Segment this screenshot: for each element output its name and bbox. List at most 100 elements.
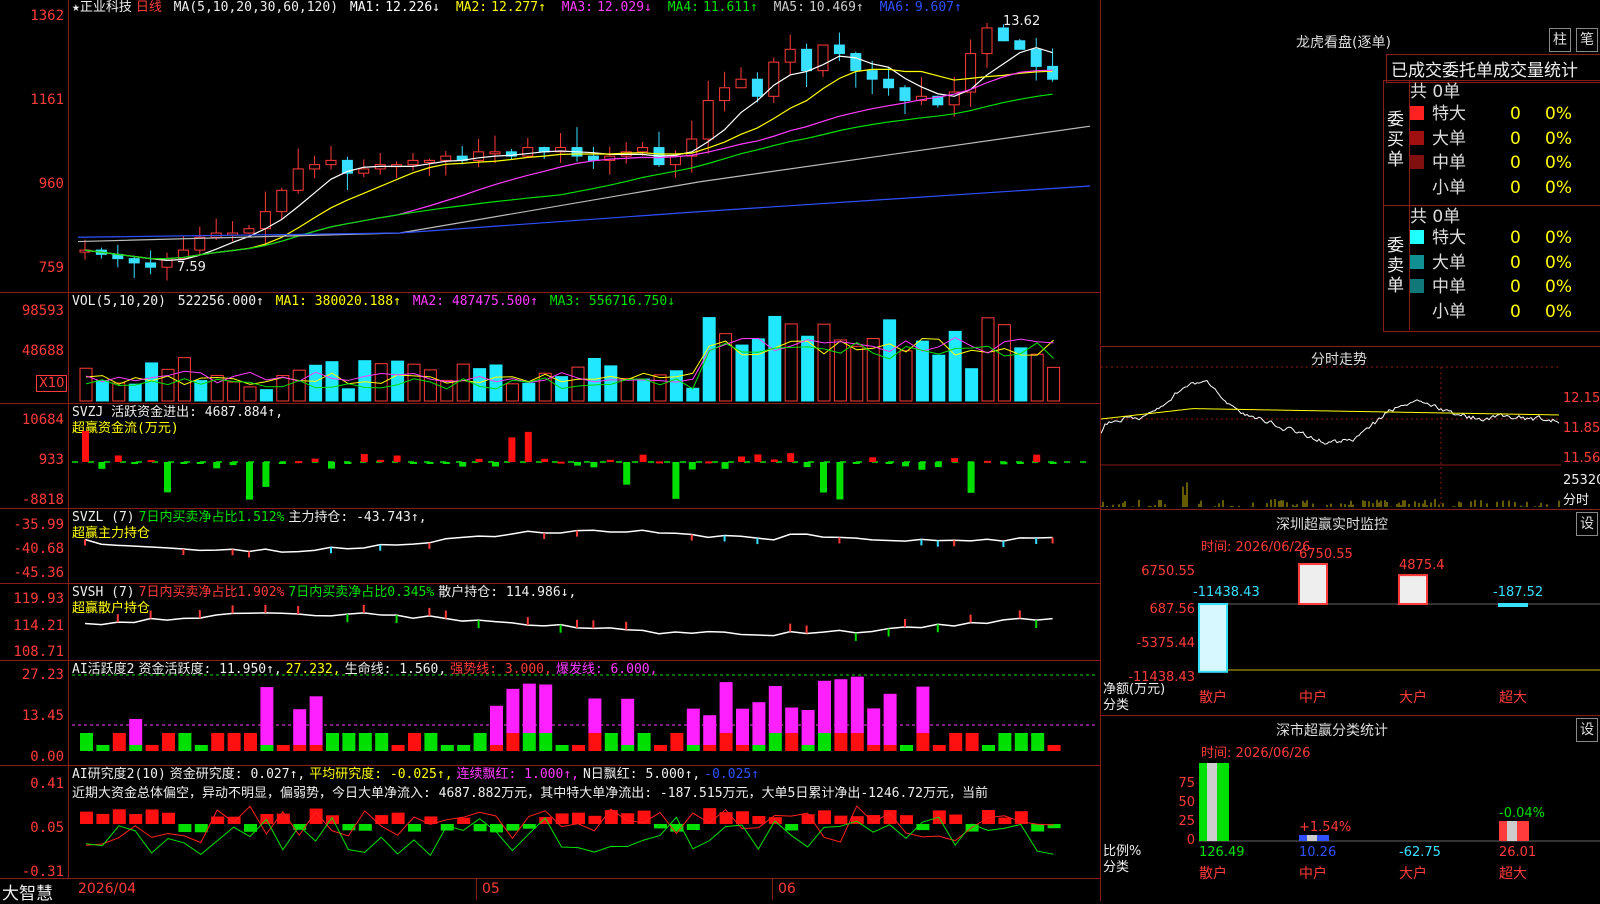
category-label: 超大 [1499, 690, 1527, 706]
active-bar [752, 745, 766, 751]
active-bar [375, 733, 389, 751]
flow-bar [541, 458, 549, 462]
flow-bar [164, 462, 171, 493]
candle [784, 48, 796, 63]
volume-bar [243, 386, 257, 402]
value-label: -62.75 [1399, 845, 1441, 860]
active-bar [834, 733, 848, 751]
sz-monitor-chart[interactable]: -11438.43 散户 6750.55 中户 4875.4 大户 -187.52 超大 [1101, 510, 1600, 715]
volume-bar [309, 364, 323, 402]
volume-bar [817, 323, 831, 402]
active-bar [982, 745, 995, 751]
research-bar [621, 813, 635, 824]
category-label: 中户 [1299, 865, 1327, 882]
value-label: 126.49 [1199, 845, 1245, 860]
candle [768, 61, 780, 97]
active-bar [621, 698, 635, 745]
row-count: 0 [1510, 104, 1521, 124]
candle [194, 236, 206, 251]
date-axis: 大智慧 2026/04 05 06 [0, 879, 1100, 904]
volume-bar [899, 350, 913, 402]
volume-bar [538, 372, 552, 402]
flow-bar [98, 462, 106, 469]
svzl-panel[interactable]: -35.99 -40.68 -45.36 SVZL (7) 7日内买卖净占比1.5… [0, 509, 1100, 584]
row-label: 小单 [1432, 301, 1466, 322]
active-bar [276, 745, 290, 751]
candle [522, 147, 534, 157]
svzj-panel[interactable]: 10684 933 -8818 SVZJ 活跃资金进出: 4687.884↑, … [0, 404, 1100, 509]
buy-row: 特大 0 0% [1410, 102, 1600, 126]
color-swatch [1410, 279, 1424, 293]
intraday-chart[interactable] [1101, 347, 1571, 509]
volume-bar [259, 389, 273, 402]
bar-view-button[interactable]: 柱 [1549, 28, 1571, 52]
buy-side-label: 委买单 [1387, 110, 1404, 170]
intraday-panel[interactable]: 分时走势 12.15 11.85 11.56 25320 分时 [1100, 346, 1600, 509]
active-bar [211, 733, 225, 751]
flow-bar [623, 462, 631, 485]
candle [719, 87, 731, 102]
kline-panel[interactable]: 1362 1161 960 759 ★正业科技 日线 MA(5,10,20,30,… [0, 0, 1100, 293]
active-bar [244, 733, 257, 751]
kline-chart[interactable] [0, 0, 1100, 292]
stat-bar-highlight [1507, 821, 1517, 841]
volume-bar [981, 317, 995, 402]
buy-row: 大单 0 0% [1410, 127, 1600, 151]
low-label: 7.59 [177, 260, 206, 275]
ai-active-panel[interactable]: 27.23 13.45 0.00 AI活跃度2 资金活跃度: 11.950↑, 27… [0, 661, 1100, 766]
ai-active-chart[interactable] [0, 661, 1100, 765]
sz-stat-chart[interactable]: 126.49 散户 +1.54% 10.26 中户 -62.75 大户 -0.04% 26.01… [1101, 716, 1600, 901]
svsh-panel[interactable]: 119.93 114.21 108.71 SVSH (7) 7日内买卖净占比1.9… [0, 584, 1100, 661]
ai-research-chart[interactable] [0, 766, 1100, 878]
research-bar [719, 812, 733, 824]
volume-bar [456, 363, 470, 402]
category-label: 中户 [1299, 689, 1327, 706]
flow-bar [246, 462, 253, 500]
svzj-chart[interactable] [0, 404, 1100, 508]
candle [981, 27, 993, 55]
active-bar [867, 708, 881, 745]
flow-bar [852, 462, 860, 464]
vol-panel[interactable]: 98593 48688 X10 VOL(5,10,20) 522256.000↑… [0, 293, 1100, 404]
active-bar [80, 733, 93, 751]
active-bar [670, 733, 684, 751]
stat-bar-highlight [1207, 763, 1217, 841]
tick-view-button[interactable]: 笔 [1576, 28, 1598, 52]
volume-bar [702, 317, 716, 402]
active-bar [1047, 745, 1061, 751]
monitor-bar [1498, 603, 1528, 607]
active-bar [949, 733, 963, 751]
flow-bar [180, 462, 188, 464]
volume-bar [784, 323, 798, 402]
research-bar [96, 813, 110, 824]
volume-bar [735, 344, 749, 402]
bar-value-label: 4875.4 [1399, 558, 1445, 573]
sz-stat-panel[interactable]: 深市超赢分类统计 设 时间: 2026/06/26 75 50 25 0 比例%… [1100, 715, 1600, 901]
research-bar [408, 824, 421, 832]
volume-chart[interactable] [0, 293, 1100, 403]
row-label: 大单 [1432, 252, 1466, 273]
svsh-chart[interactable] [0, 584, 1100, 660]
sz-monitor-panel[interactable]: 深圳超赢实时监控 设 时间: 2026/06/26 6750.55 687.56… [1100, 509, 1600, 715]
active-bar [850, 733, 864, 751]
flow-bar [934, 462, 942, 468]
volume-bar [653, 374, 667, 402]
flow-bar [787, 453, 795, 462]
active-bar [129, 718, 143, 745]
volume-bar [768, 315, 782, 402]
lhb-tab[interactable]: 已成交委托单成交量统计 [1386, 54, 1600, 83]
active-bar [473, 733, 487, 751]
flow-bar [262, 462, 270, 487]
row-label: 小单 [1432, 177, 1466, 198]
row-pct: 0% [1545, 252, 1572, 273]
ma-line [77, 185, 1091, 238]
svzl-chart[interactable] [0, 509, 1100, 583]
candle [325, 159, 337, 166]
volume-bar [1014, 347, 1028, 402]
pct-label: -0.04% [1499, 806, 1545, 821]
candle [423, 159, 435, 163]
row-count: 0 [1510, 177, 1521, 198]
ai-research-panel[interactable]: 0.41 0.05 -0.31 AI研究度2(10) 资金研究度: 0.027↑,… [0, 766, 1100, 880]
monitor-bar [1398, 574, 1428, 605]
flow-bar [131, 462, 139, 465]
